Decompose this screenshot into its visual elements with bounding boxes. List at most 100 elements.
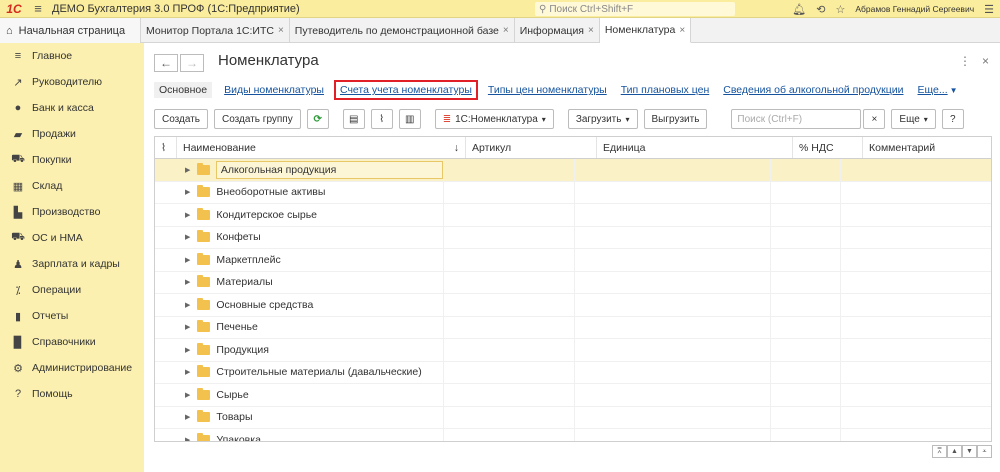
expand-arrow-icon[interactable]: ▶: [185, 346, 190, 354]
table-row[interactable]: ▶ Упаковка: [155, 429, 991, 441]
table-row[interactable]: ▶ Материалы: [155, 271, 991, 294]
nomenclature-1c-button[interactable]: ≣ 1С:Номенклатура ▾: [434, 109, 554, 129]
table-row[interactable]: ▶ Продукция: [155, 339, 991, 362]
history-icon[interactable]: ⟲: [816, 3, 825, 16]
close-icon[interactable]: ×: [679, 25, 685, 36]
sidebar-item-directories[interactable]: ▉ Справочники: [0, 329, 144, 355]
clear-search-button[interactable]: ×: [863, 109, 886, 129]
create-button[interactable]: Создать: [154, 109, 209, 129]
cell-unit: [575, 384, 771, 406]
sidebar-item-administration[interactable]: ⚙ Администрирование: [0, 355, 144, 381]
column-vat[interactable]: % НДС: [793, 137, 863, 158]
column-comment[interactable]: Комментарий: [863, 137, 991, 158]
link-alcohol-info[interactable]: Сведения об алкогольной продукции: [723, 84, 903, 96]
scroll-down-button[interactable]: ▼: [962, 445, 977, 458]
tab-demo-guide[interactable]: Путеводитель по демонстрационной базе ×: [290, 18, 515, 43]
table-row[interactable]: ▶ Внеоборотные активы: [155, 181, 991, 204]
scroll-bottom-button[interactable]: ⩡: [977, 445, 992, 458]
chevron-down-icon[interactable]: ▼: [950, 86, 958, 95]
table-row[interactable]: ▶ Кондитерское сырье: [155, 204, 991, 227]
bell-icon[interactable]: 🔔︎: [792, 3, 806, 16]
table-row[interactable]: ▶ Маркетплейс: [155, 249, 991, 272]
column-name[interactable]: Наименование ↓: [177, 137, 466, 158]
cell-unit: [575, 249, 771, 271]
sidebar-item-manager[interactable]: ↗ Руководителю: [0, 69, 144, 95]
link-plan-prices[interactable]: Тип плановых цен: [621, 84, 710, 96]
expand-arrow-icon[interactable]: ▶: [185, 323, 190, 331]
forward-button[interactable]: →: [180, 54, 204, 72]
table-row[interactable]: ▶ Строительные материалы (давальческие): [155, 361, 991, 384]
expand-arrow-icon[interactable]: ▶: [185, 391, 190, 399]
sidebar-item-bank[interactable]: ● Банк и касса: [0, 95, 144, 121]
link-price-types[interactable]: Типы цен номенклатуры: [488, 84, 607, 96]
sidebar-item-salary[interactable]: ♟ Зарплата и кадры: [0, 251, 144, 277]
sidebar-item-fixed-assets[interactable]: ⛟ ОС и НМА: [0, 225, 144, 251]
link-nomenclature-types[interactable]: Виды номенклатуры: [224, 84, 324, 96]
close-form-icon[interactable]: ×: [982, 54, 989, 68]
expand-arrow-icon[interactable]: ▶: [185, 278, 190, 286]
cell-name: ▶ Материалы: [155, 271, 444, 293]
column-article[interactable]: Артикул: [466, 137, 597, 158]
sidebar-item-production[interactable]: ▙ Производство: [0, 199, 144, 225]
expand-arrow-icon[interactable]: ▶: [185, 166, 190, 174]
expand-arrow-icon[interactable]: ▶: [185, 413, 190, 421]
column-unit[interactable]: Единица: [597, 137, 793, 158]
close-icon[interactable]: ×: [588, 25, 594, 36]
expand-arrow-icon[interactable]: ▶: [185, 301, 190, 309]
form-menu-icon[interactable]: ⋮: [959, 54, 971, 68]
list-button[interactable]: ▤: [342, 109, 365, 129]
sidebar-item-help[interactable]: ? Помощь: [0, 381, 144, 407]
app-title: ДЕМО Бухгалтерия 3.0 ПРОФ (1С:Предприяти…: [52, 2, 300, 15]
barcode-button[interactable]: ▥: [398, 109, 421, 129]
create-group-button[interactable]: Создать группу: [214, 109, 301, 129]
more-button[interactable]: Еще ▾: [891, 109, 936, 129]
sidebar-item-sales[interactable]: ▰ Продажи: [0, 121, 144, 147]
scroll-top-button[interactable]: ⩞: [932, 445, 947, 458]
expand-arrow-icon[interactable]: ▶: [185, 368, 190, 376]
table-row[interactable]: ▶ Сырье: [155, 384, 991, 407]
tab-information[interactable]: Информация ×: [515, 18, 600, 43]
global-search-input[interactable]: ⚲ Поиск Ctrl+Shift+F: [535, 2, 735, 16]
cell-unit: [575, 226, 771, 248]
sidebar-item-warehouse[interactable]: ▦ Склад: [0, 173, 144, 199]
help-button[interactable]: ?: [941, 109, 964, 129]
expand-arrow-icon[interactable]: ▶: [185, 211, 190, 219]
user-name[interactable]: Абрамов Геннадий Сергеевич: [855, 4, 974, 14]
folder-icon: [197, 185, 211, 198]
table-row[interactable]: ▶ Конфеты: [155, 226, 991, 249]
settings-menu-icon[interactable]: ☰: [984, 3, 994, 16]
expand-arrow-icon[interactable]: ▶: [185, 436, 190, 441]
tab-portal-monitor[interactable]: Монитор Портала 1С:ИТС ×: [141, 18, 290, 43]
table-row[interactable]: ▶ Основные средства: [155, 294, 991, 317]
tab-home[interactable]: ⌂ Начальная страница: [0, 18, 141, 43]
expand-arrow-icon[interactable]: ▶: [185, 233, 190, 241]
link-more[interactable]: Еще...: [918, 84, 948, 96]
refresh-button[interactable]: ⟳: [306, 109, 329, 129]
close-icon[interactable]: ×: [278, 25, 284, 36]
table-row[interactable]: ▶ Печенье: [155, 316, 991, 339]
expand-arrow-icon[interactable]: ▶: [185, 188, 190, 196]
form-area: ← → Номенклатура ⋮ × Основное Виды номен…: [144, 43, 1000, 472]
expand-arrow-icon[interactable]: ▶: [185, 256, 190, 264]
cell-unit: [575, 294, 771, 316]
sidebar-item-reports[interactable]: ▮ Отчеты: [0, 303, 144, 329]
search-input[interactable]: Поиск (Ctrl+F): [731, 109, 862, 129]
unload-button[interactable]: Выгрузить: [643, 109, 708, 129]
sidebar-item-operations[interactable]: ⁒ Операции: [0, 277, 144, 303]
scroll-up-button[interactable]: ▲: [947, 445, 962, 458]
cell-unit: [575, 316, 771, 338]
table-row[interactable]: ▶ Алкогольная продукция: [155, 159, 991, 182]
sidebar-item-main[interactable]: ≡ Главное: [0, 43, 144, 69]
load-button[interactable]: Загрузить ▾: [567, 109, 638, 129]
sidebar-item-purchases[interactable]: ⛟ Покупки: [0, 147, 144, 173]
link-accounts[interactable]: Счета учета номенклатуры: [333, 80, 478, 100]
attach-button[interactable]: ⌇: [370, 109, 393, 129]
table-row[interactable]: ▶ Товары: [155, 406, 991, 429]
star-icon[interactable]: ☆: [835, 3, 845, 16]
close-icon[interactable]: ×: [503, 25, 509, 36]
cell-vat: [771, 384, 841, 406]
back-button[interactable]: ←: [154, 54, 178, 72]
tab-nomenclature[interactable]: Номенклатура ×: [599, 18, 692, 43]
link-main[interactable]: Основное: [154, 82, 213, 98]
main-menu-icon[interactable]: ≡: [28, 1, 48, 16]
